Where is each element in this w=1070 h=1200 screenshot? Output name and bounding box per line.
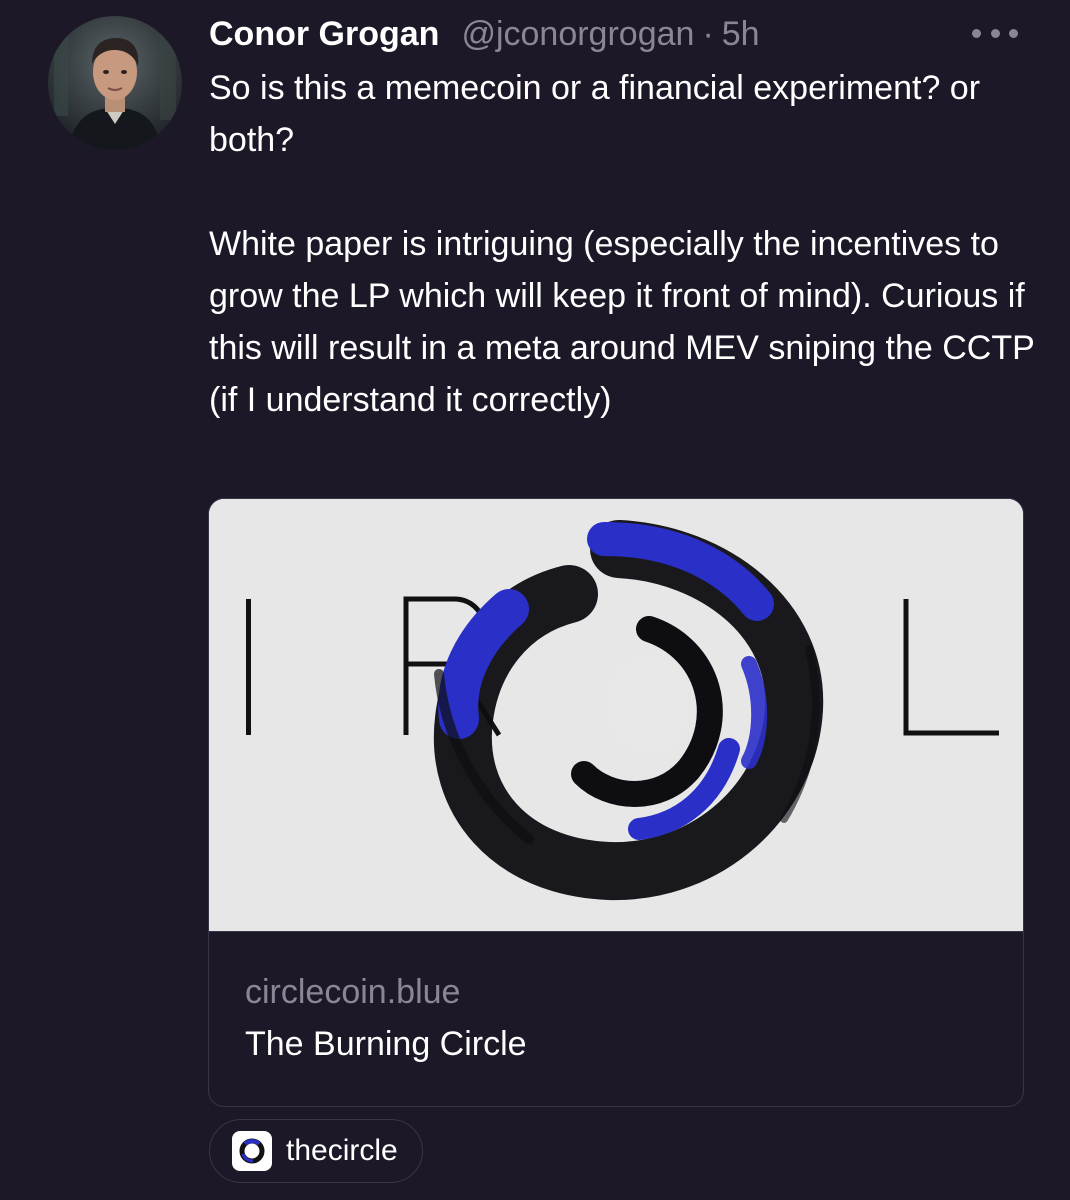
more-options-icon[interactable] — [972, 20, 1018, 46]
link-title: The Burning Circle — [245, 1025, 527, 1063]
header-separator: · — [702, 14, 714, 53]
circle-logo-icon — [232, 1131, 272, 1171]
tweet-header: Conor Grogan @jconorgrogan · 5h — [209, 12, 760, 56]
more-dot — [972, 28, 981, 38]
link-preview-image — [209, 499, 1023, 932]
tweet-paragraph: White paper is intriguing (especially th… — [209, 225, 1035, 419]
avatar[interactable] — [48, 16, 182, 150]
tweet-paragraph: So is this a memecoin or a financial exp… — [209, 69, 981, 159]
community-tag-label: thecircle — [286, 1134, 398, 1167]
tweet-text: So is this a memecoin or a financial exp… — [209, 62, 1039, 426]
more-dot — [1009, 28, 1018, 38]
author-name[interactable]: Conor Grogan — [209, 15, 439, 54]
tweet: Conor Grogan @jconorgrogan · 5h So is th… — [0, 0, 1070, 1200]
author-handle[interactable]: @jconorgrogan — [461, 15, 694, 54]
more-dot — [990, 28, 1000, 38]
logo-letter-i — [246, 599, 251, 735]
timestamp[interactable]: 5h — [722, 15, 760, 54]
link-preview-card[interactable]: circlecoin.blue The Burning Circle — [208, 498, 1024, 1107]
community-tag[interactable]: thecircle — [209, 1119, 423, 1183]
link-domain: circlecoin.blue — [245, 973, 461, 1011]
